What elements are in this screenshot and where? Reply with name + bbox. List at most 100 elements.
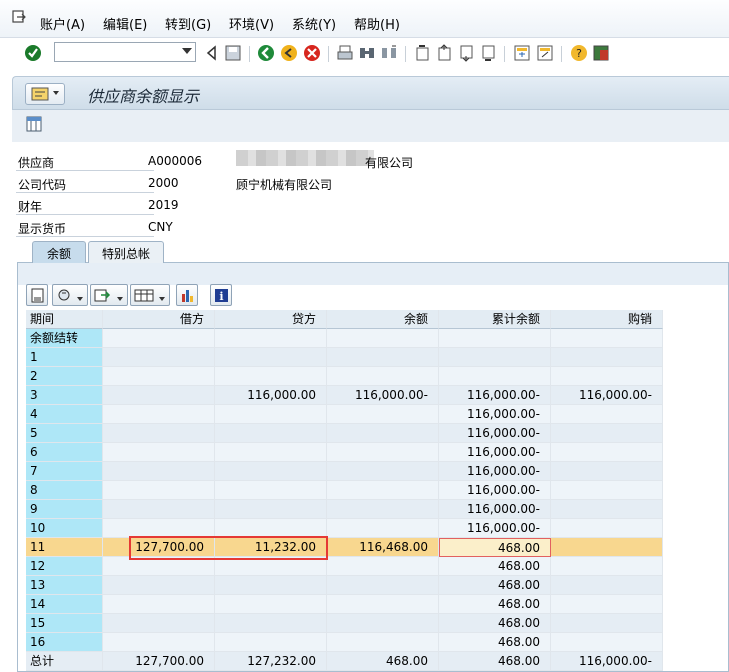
cell-cumulative-balance[interactable]: 468.00 [439, 538, 551, 557]
cell-debit[interactable] [103, 348, 215, 367]
column-header-debit[interactable]: 借方 [103, 310, 215, 329]
table-row[interactable]: 15 468.00 [26, 614, 663, 633]
cell-credit[interactable] [215, 405, 327, 424]
cell-balance[interactable] [327, 481, 439, 500]
help-icon[interactable]: ? [570, 44, 588, 62]
table-row[interactable]: 10 116,000.00- [26, 519, 663, 538]
cell-period[interactable]: 8 [26, 481, 103, 500]
cell-period[interactable]: 14 [26, 595, 103, 614]
cell-debit[interactable] [103, 576, 215, 595]
cell-period[interactable]: 5 [26, 424, 103, 443]
table-row[interactable]: 9 116,000.00- [26, 500, 663, 519]
total-row[interactable]: 总计 127,700.00 127,232.00 468.00 468.00 116,00… [26, 652, 663, 671]
cell-balance[interactable] [327, 329, 439, 348]
cell-sales[interactable]: 116,000.00- [551, 652, 663, 671]
cell-balance[interactable] [327, 462, 439, 481]
cell-debit[interactable] [103, 614, 215, 633]
cell-balance[interactable]: 116,000.00- [327, 386, 439, 405]
cancel-icon[interactable] [303, 44, 321, 62]
cell-cumulative-balance[interactable]: 116,000.00- [439, 519, 551, 538]
cell-cumulative-balance[interactable] [439, 348, 551, 367]
table-row[interactable]: 余额结转 [26, 329, 663, 348]
cell-period[interactable]: 11 [26, 538, 103, 557]
cell-credit[interactable] [215, 424, 327, 443]
cell-balance[interactable]: 116,468.00 [327, 538, 439, 557]
cell-cumulative-balance[interactable]: 116,000.00- [439, 481, 551, 500]
cell-cumulative-balance[interactable]: 116,000.00- [439, 443, 551, 462]
cell-credit[interactable] [215, 614, 327, 633]
cell-credit[interactable] [215, 329, 327, 348]
cell-sales[interactable] [551, 633, 663, 652]
cell-period[interactable]: 6 [26, 443, 103, 462]
details-button[interactable] [26, 284, 48, 306]
cell-balance[interactable] [327, 519, 439, 538]
chevron-down-icon[interactable] [182, 48, 192, 54]
cell-cumulative-balance[interactable] [439, 329, 551, 348]
cell-credit[interactable]: 116,000.00 [215, 386, 327, 405]
table-row[interactable]: 8 116,000.00- [26, 481, 663, 500]
first-page-icon[interactable] [413, 44, 431, 62]
cell-sales[interactable] [551, 348, 663, 367]
info-button[interactable]: i [210, 284, 232, 306]
cell-period[interactable]: 10 [26, 519, 103, 538]
cell-sales[interactable] [551, 595, 663, 614]
menu-help[interactable]: 帮助(H) [354, 14, 400, 33]
column-header-cumulative-balance[interactable]: 累计余额 [439, 310, 551, 329]
cell-credit[interactable] [215, 576, 327, 595]
cell-sales[interactable]: 116,000.00- [551, 386, 663, 405]
enter-check-icon[interactable] [24, 44, 42, 62]
cell-period[interactable]: 13 [26, 576, 103, 595]
cell-sales[interactable] [551, 557, 663, 576]
table-row[interactable]: 13 468.00 [26, 576, 663, 595]
cell-cumulative-balance[interactable] [439, 367, 551, 386]
filter-button[interactable] [52, 284, 88, 306]
tab-balance[interactable]: 余额 [32, 241, 86, 263]
table-row[interactable]: 3 116,000.00 116,000.00- 116,000.00- 116,000… [26, 386, 663, 405]
cell-cumulative-balance[interactable]: 468.00 [439, 576, 551, 595]
cell-cumulative-balance[interactable]: 116,000.00- [439, 462, 551, 481]
cell-balance[interactable] [327, 500, 439, 519]
cell-sales[interactable] [551, 329, 663, 348]
exit-icon[interactable] [280, 44, 298, 62]
cell-period[interactable]: 12 [26, 557, 103, 576]
cell-balance[interactable]: 468.00 [327, 652, 439, 671]
cell-credit[interactable] [215, 633, 327, 652]
tab-special-gl[interactable]: 特别总帐 [88, 241, 164, 263]
cell-debit[interactable] [103, 462, 215, 481]
cell-credit[interactable]: 127,232.00 [215, 652, 327, 671]
menu-edit[interactable]: 编辑(E) [103, 14, 147, 33]
cell-period[interactable]: 16 [26, 633, 103, 652]
cell-balance[interactable] [327, 405, 439, 424]
table-row[interactable]: 7 116,000.00- [26, 462, 663, 481]
table-row[interactable]: 5 116,000.00- [26, 424, 663, 443]
cell-credit[interactable] [215, 462, 327, 481]
cell-sales[interactable] [551, 405, 663, 424]
cell-period[interactable]: 7 [26, 462, 103, 481]
menu-environment[interactable]: 环境(V) [229, 14, 274, 33]
cell-credit[interactable] [215, 348, 327, 367]
cell-cumulative-balance[interactable]: 468.00 [439, 595, 551, 614]
table-row[interactable]: 11 127,700.00 11,232.00 116,468.00 468.00 [26, 538, 663, 557]
cell-balance[interactable] [327, 633, 439, 652]
back-icon[interactable] [257, 44, 275, 62]
menu-goto[interactable]: 转到(G) [165, 14, 211, 33]
menu-system[interactable]: 系统(Y) [292, 14, 336, 33]
table-row[interactable]: 16 468.00 [26, 633, 663, 652]
cell-cumulative-balance[interactable]: 468.00 [439, 557, 551, 576]
layout-icon[interactable] [26, 116, 42, 132]
cell-debit[interactable] [103, 405, 215, 424]
next-page-icon[interactable] [457, 44, 475, 62]
table-row[interactable]: 6 116,000.00- [26, 443, 663, 462]
cell-cumulative-balance[interactable]: 468.00 [439, 652, 551, 671]
menu-account[interactable]: 账户(A) [40, 14, 85, 33]
cell-cumulative-balance[interactable]: 468.00 [439, 614, 551, 633]
menu-icon[interactable] [12, 10, 26, 24]
cell-balance[interactable] [327, 557, 439, 576]
column-header-sales[interactable]: 购销 [551, 310, 663, 329]
cell-debit[interactable] [103, 595, 215, 614]
table-row[interactable]: 2 [26, 367, 663, 386]
cell-debit[interactable]: 127,700.00 [103, 652, 215, 671]
cell-credit[interactable] [215, 595, 327, 614]
cell-debit[interactable] [103, 367, 215, 386]
cell-cumulative-balance[interactable]: 468.00 [439, 633, 551, 652]
